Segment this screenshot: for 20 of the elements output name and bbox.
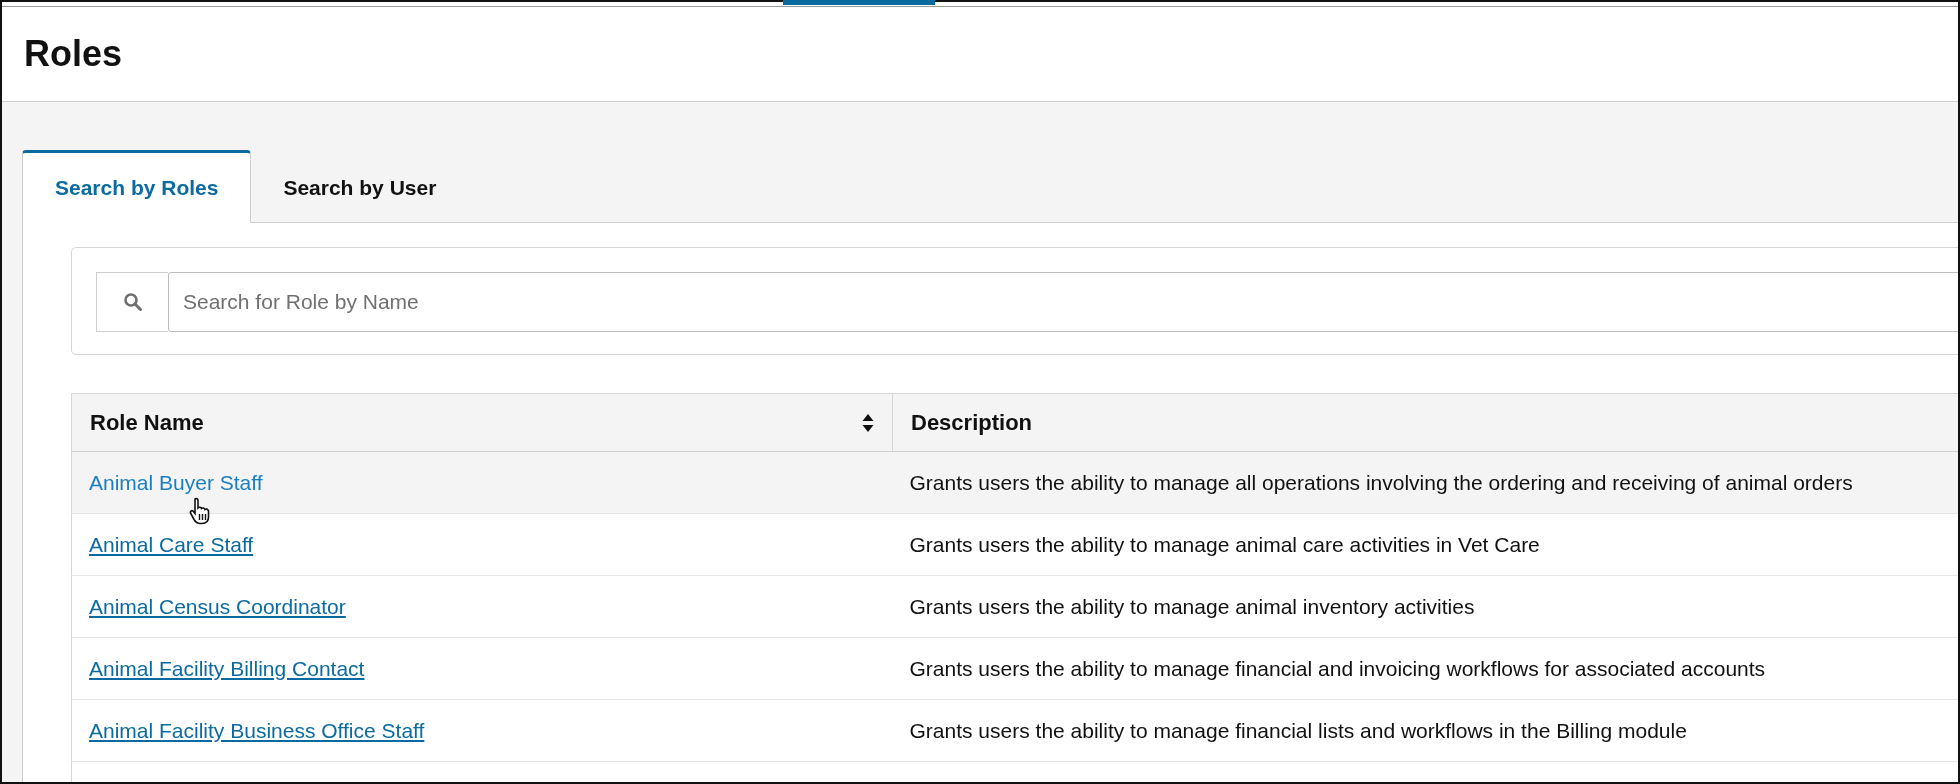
column-header[interactable]: Role Name <box>71 393 893 452</box>
role-link[interactable]: Animal Facility Business Office Staff <box>89 718 425 742</box>
column-header-label: Description <box>911 409 1033 436</box>
role-description: Grants users the ability to manage animal inventory activities <box>909 594 1475 618</box>
role-description: Grants users the ability to manage all operations involving the ordering and receiving of animal orders <box>909 470 1853 494</box>
role-link[interactable]: Animal Care Staff <box>89 532 254 556</box>
tab[interactable]: Search by User <box>251 150 469 222</box>
role-description: Grants users the ability to manage financial lists and workflows in the Billing module <box>909 718 1687 742</box>
page-title: Roles <box>24 33 123 75</box>
sort-icon[interactable] <box>862 412 874 433</box>
column-header-label: Role Name <box>90 409 204 436</box>
role-description: Grants users the ability to manage financial and invoicing workflows for associated accounts <box>909 656 1766 680</box>
role-link[interactable]: Animal Census Coordinator <box>89 594 346 618</box>
search-button[interactable] <box>96 272 168 332</box>
search-field[interactable]: Search for Role by Name <box>168 272 1958 332</box>
role-link[interactable]: Animal Buyer Staff <box>89 470 263 494</box>
tab[interactable]: Search by Roles <box>22 150 252 223</box>
role-description: Grants users the ability to manage animal care activities in Vet Care <box>909 532 1540 556</box>
role-link[interactable]: Animal Facility Billing Contact <box>89 656 365 680</box>
search-icon <box>122 292 143 312</box>
